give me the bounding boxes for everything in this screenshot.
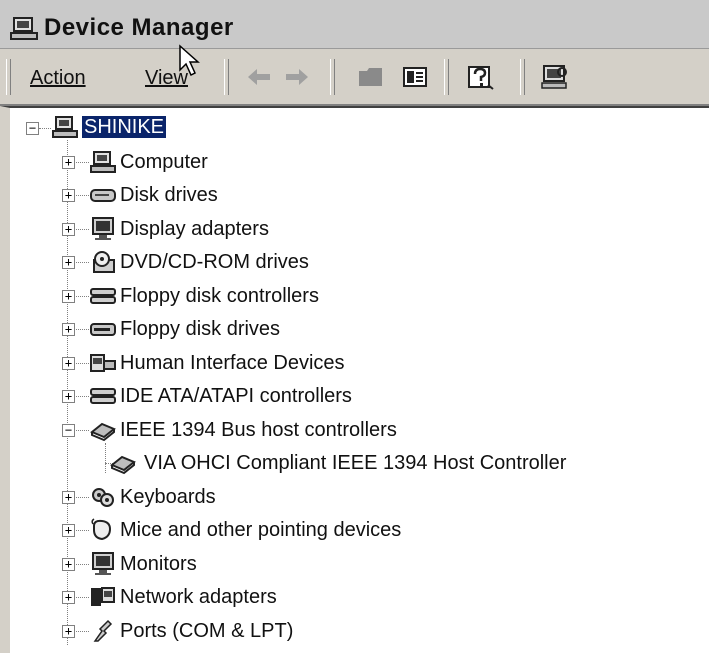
tree-category-label[interactable]: Ports (COM & LPT) — [120, 620, 293, 643]
expand-toggle[interactable]: + — [62, 557, 75, 571]
tree-category-label[interactable]: Display adapters — [120, 218, 269, 241]
tree-connector — [73, 563, 89, 565]
computer-icon — [52, 116, 78, 138]
toolbar: Action View — [0, 49, 709, 106]
tree-category-label[interactable]: Computer — [120, 151, 208, 174]
computer-icon — [90, 150, 116, 173]
menu-action[interactable]: Action — [30, 67, 86, 90]
tree-category-label[interactable]: Network adapters — [120, 586, 277, 609]
tree-category-label[interactable]: Human Interface Devices — [120, 352, 345, 375]
tree-connector — [73, 496, 89, 498]
expand-toggle[interactable]: + — [62, 222, 75, 236]
expand-toggle[interactable]: + — [62, 289, 75, 303]
keyboard-icon — [92, 487, 114, 507]
toolbar-separator — [330, 59, 335, 95]
tree-category-label[interactable]: IDE ATA/ATAPI controllers — [120, 385, 352, 408]
tree-connector — [73, 530, 89, 531]
tree-connector — [73, 295, 89, 297]
expand-toggle[interactable]: + — [62, 390, 75, 403]
expand-toggle[interactable]: − — [62, 423, 75, 437]
expand-toggle[interactable]: + — [62, 189, 75, 202]
tree-connector — [73, 396, 89, 397]
network-icon — [91, 587, 115, 606]
tree-connector — [73, 329, 89, 330]
tree-category-label[interactable]: Floppy disk drives — [120, 318, 280, 341]
toolbar-grip[interactable] — [6, 59, 11, 95]
tree-category-label[interactable]: Keyboards — [120, 486, 216, 509]
ieee1394-icon — [110, 455, 136, 475]
disk-drive-icon — [90, 189, 116, 202]
tree-connector — [105, 443, 106, 473]
mouse-icon — [91, 518, 112, 541]
root-collapse-toggle[interactable]: − — [26, 122, 39, 135]
tree-category-label[interactable]: Mice and other pointing devices — [120, 519, 401, 542]
back-arrow-icon[interactable] — [244, 63, 274, 91]
tree-root-label[interactable]: SHINIKE — [82, 116, 167, 139]
tree-category-label[interactable]: DVD/CD-ROM drives — [120, 251, 309, 274]
title-bar: Device Manager — [0, 0, 709, 49]
tree-connector — [73, 262, 89, 263]
monitor-icon — [92, 216, 114, 240]
expand-toggle[interactable]: + — [62, 323, 75, 336]
mouse-cursor-icon — [179, 44, 200, 77]
controller-icon — [90, 287, 116, 304]
properties-icon[interactable] — [400, 63, 430, 91]
forward-arrow-icon[interactable] — [282, 63, 312, 91]
ieee1394-icon — [90, 422, 116, 441]
expand-toggle[interactable]: + — [62, 155, 75, 169]
tree-device-label[interactable]: VIA OHCI Compliant IEEE 1394 Host Contro… — [144, 452, 566, 475]
floppy-icon — [90, 323, 116, 336]
tree-category-label[interactable]: Monitors — [120, 553, 197, 576]
expand-toggle[interactable]: + — [62, 524, 75, 537]
expand-toggle[interactable]: + — [62, 591, 75, 604]
monitor-icon — [92, 551, 114, 575]
cdrom-icon — [93, 251, 115, 273]
hid-icon — [90, 353, 116, 372]
folder-icon[interactable] — [356, 63, 386, 91]
tree-connector — [73, 597, 89, 598]
toolbar-separator — [520, 59, 525, 95]
window-title: Device Manager — [44, 14, 234, 41]
expand-toggle[interactable]: + — [62, 356, 75, 370]
toolbar-grip[interactable] — [224, 59, 229, 95]
tree-connector — [73, 429, 89, 431]
tree-category-label[interactable]: Floppy disk controllers — [120, 285, 319, 308]
tree-connector — [73, 630, 89, 632]
expand-toggle[interactable]: + — [62, 490, 75, 504]
help-icon[interactable] — [466, 63, 496, 91]
tree-connector — [73, 362, 89, 364]
tree-connector — [73, 161, 89, 163]
port-icon — [93, 619, 113, 642]
expand-toggle[interactable]: + — [62, 256, 75, 269]
computer-icon — [10, 17, 38, 40]
tree-category-label[interactable]: IEEE 1394 Bus host controllers — [120, 419, 397, 442]
tree-category-label[interactable]: Disk drives — [120, 184, 218, 207]
controller-icon — [90, 388, 116, 404]
device-tree[interactable]: − SHINIKE + Computer + Disk drives + Display … — [0, 106, 709, 653]
expand-toggle[interactable]: + — [62, 624, 75, 638]
scan-hardware-icon[interactable] — [540, 63, 570, 91]
tree-connector — [39, 128, 51, 129]
tree-connector — [73, 228, 89, 230]
toolbar-separator — [444, 59, 449, 95]
tree-connector — [73, 195, 89, 196]
